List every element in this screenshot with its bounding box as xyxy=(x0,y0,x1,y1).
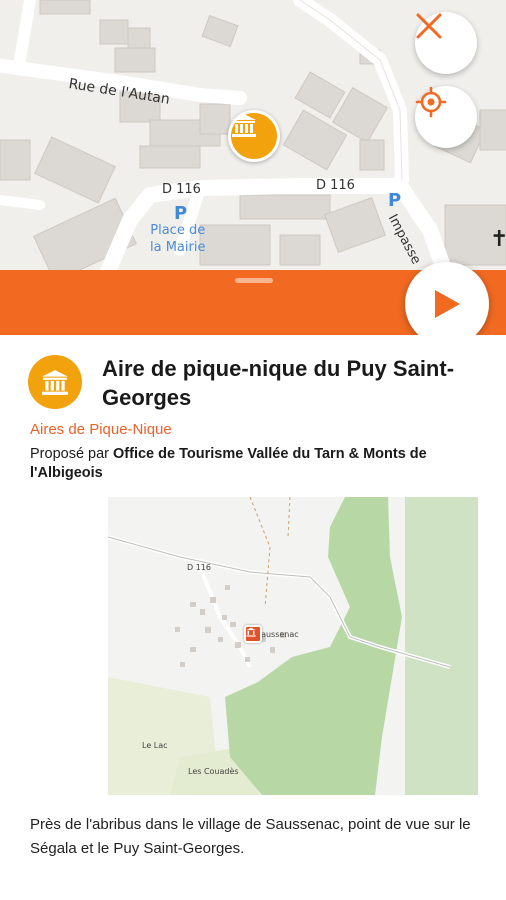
poi-category-link[interactable]: Aires de Pique-Nique xyxy=(30,421,172,438)
place-label: Le Lac xyxy=(142,741,168,750)
monument-icon xyxy=(246,627,256,637)
road-label: D 116 xyxy=(187,563,211,572)
village-label: Saussenac xyxy=(256,630,299,639)
mini-map-tiles xyxy=(30,497,478,795)
place-label: Place de la Mairie xyxy=(150,223,206,255)
close-button[interactable] xyxy=(415,12,477,74)
road-label: D 116 xyxy=(162,182,201,197)
poi-detail-sheet: Aire de pique-nique du Puy Saint-Georges… xyxy=(0,335,506,900)
road-label: D 116 xyxy=(316,178,355,193)
play-button[interactable] xyxy=(405,262,489,346)
close-icon xyxy=(416,13,442,39)
poi-category-badge xyxy=(28,355,82,409)
poi-description: Près de l'abribus dans le village de Sau… xyxy=(30,816,471,857)
place-label: Les Couadès xyxy=(188,767,239,776)
play-icon xyxy=(435,290,460,318)
monument-icon xyxy=(42,370,68,395)
monument-icon xyxy=(232,114,256,137)
locate-me-button[interactable] xyxy=(415,86,477,148)
crosshair-icon xyxy=(415,86,447,118)
poi-map-marker[interactable] xyxy=(228,110,280,162)
map-view[interactable]: Rue de l'Autan D 116 D 116 Impasse P P P… xyxy=(0,0,506,272)
church-cross-icon: ✝ xyxy=(490,226,506,251)
parking-icon: P xyxy=(388,190,402,211)
drag-handle[interactable] xyxy=(235,278,273,283)
parking-icon: P xyxy=(174,203,188,224)
poi-title: Aire de pique-nique du Puy Saint-Georges xyxy=(102,356,455,410)
provider-prefix: Proposé par xyxy=(30,446,109,462)
poi-provider: Proposé par Office de Tourisme Vallée du… xyxy=(30,445,480,483)
poi-map-marker xyxy=(244,625,262,643)
poi-location-map[interactable]: D 116 Saussenac Le Lac Les Couadès xyxy=(30,497,478,795)
